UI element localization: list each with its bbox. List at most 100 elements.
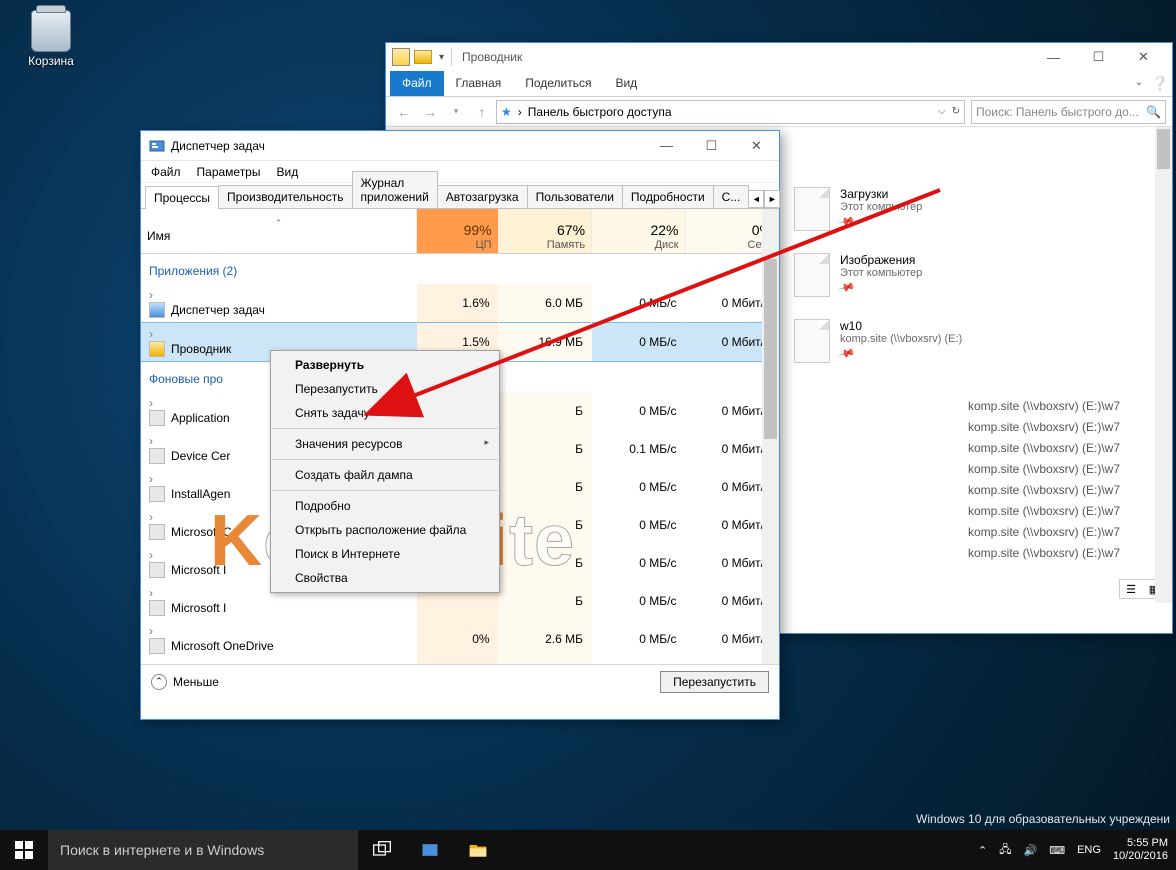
- qat-dropdown-icon[interactable]: ▾: [439, 52, 444, 63]
- recent-item[interactable]: komp.site (\\vboxsrv) (E:)\w7: [968, 483, 1120, 497]
- recent-item[interactable]: komp.site (\\vboxsrv) (E:)\w7: [968, 525, 1120, 539]
- file-icon: [794, 319, 830, 363]
- quick-access-icon[interactable]: [414, 50, 432, 64]
- explorer-navbar: ← → ▾ ↑ ★ › Панель быстрого доступа ⌵ ↻ П…: [386, 97, 1172, 127]
- col-cpu[interactable]: 99%ЦП: [417, 209, 498, 253]
- close-button[interactable]: ✕: [1121, 42, 1166, 72]
- pinned-item[interactable]: w10komp.site (\\vboxsrv) (E:)📌: [794, 319, 962, 363]
- recycle-bin[interactable]: Корзина: [16, 10, 86, 68]
- menu-item[interactable]: Перезапустить: [271, 377, 499, 401]
- pinned-item[interactable]: ЗагрузкиЭтот компьютер📌: [794, 187, 962, 231]
- explorer-search[interactable]: Поиск: Панель быстрого до... 🔍: [971, 100, 1166, 124]
- menu-item[interactable]: Развернуть: [271, 353, 499, 377]
- explorer-titlebar[interactable]: ▾ Проводник — ☐ ✕: [386, 43, 1172, 71]
- quick-access-star-icon: ★: [501, 105, 512, 119]
- menu-item[interactable]: Поиск в Интернете: [271, 542, 499, 566]
- process-row[interactable]: Диспетчер задач 1.6% 6.0 МБ 0 МБ/с 0 Мби…: [141, 284, 779, 323]
- col-name[interactable]: ⌃Имя: [141, 209, 417, 253]
- up-button[interactable]: ↑: [470, 100, 494, 124]
- network-icon[interactable]: 🖧: [999, 841, 1011, 860]
- tab-Подробности[interactable]: Подробности: [622, 185, 714, 208]
- recent-item[interactable]: komp.site (\\vboxsrv) (E:)\w7: [968, 546, 1120, 560]
- col-memory[interactable]: 67%Память: [498, 209, 591, 253]
- maximize-button[interactable]: ☐: [689, 131, 734, 161]
- explorer-scrollbar[interactable]: [1155, 127, 1172, 603]
- windows-edition-text: Windows 10 для образовательных учреждени: [916, 812, 1170, 826]
- address-dropdown-icon[interactable]: ⌵: [938, 106, 946, 117]
- pinned-item[interactable]: ИзображенияЭтот компьютер📌: [794, 253, 962, 297]
- taskbar-app-explorer[interactable]: [454, 830, 502, 870]
- address-bar[interactable]: ★ › Панель быстрого доступа ⌵ ↻: [496, 100, 965, 124]
- col-disk[interactable]: 22%Диск: [592, 209, 685, 253]
- tab-Процессы[interactable]: Процессы: [145, 186, 219, 209]
- taskbar: Поиск в интернете и в Windows ⌃ 🖧 🔊 ⌨ EN…: [0, 830, 1176, 870]
- keyboard-icon[interactable]: ⌨: [1049, 844, 1065, 857]
- file-icon: [794, 187, 830, 231]
- group-header: Приложения (2): [141, 253, 779, 284]
- process-row[interactable]: Microsoft Skype 0% 0.7 МБ 0 МБ/с 0 Мбит/…: [141, 658, 779, 665]
- start-button[interactable]: [0, 830, 48, 870]
- process-row[interactable]: Microsoft OneDrive 0% 2.6 МБ 0 МБ/с 0 Мб…: [141, 620, 779, 658]
- taskmgr-titlebar[interactable]: Диспетчер задач — ☐ ✕: [141, 131, 779, 161]
- menu-options[interactable]: Параметры: [197, 165, 261, 179]
- tab-share[interactable]: Поделиться: [513, 71, 603, 96]
- context-menu: РазвернутьПерезапуститьСнять задачу Значе…: [270, 350, 500, 593]
- task-view-button[interactable]: [358, 830, 406, 870]
- taskmgr-tabs: ПроцессыПроизводительностьЖурнал приложе…: [141, 183, 779, 208]
- process-icon: [149, 341, 165, 357]
- breadcrumb-sep: ›: [518, 105, 522, 119]
- volume-icon[interactable]: 🔊: [1024, 844, 1038, 857]
- tab-file[interactable]: Файл: [390, 71, 444, 96]
- menu-view[interactable]: Вид: [276, 165, 298, 179]
- recent-item[interactable]: komp.site (\\vboxsrv) (E:)\w7: [968, 462, 1120, 476]
- pin-icon: 📌: [838, 212, 856, 230]
- pin-icon: 📌: [838, 278, 856, 296]
- language-indicator[interactable]: ENG: [1077, 844, 1101, 856]
- tab-Пользователи[interactable]: Пользователи: [527, 185, 623, 208]
- maximize-button[interactable]: ☐: [1076, 42, 1121, 72]
- tab-Автозагрузка[interactable]: Автозагрузка: [437, 185, 528, 208]
- menu-file[interactable]: Файл: [151, 165, 181, 179]
- recent-item[interactable]: komp.site (\\vboxsrv) (E:)\w7: [968, 420, 1120, 434]
- tab-С...[interactable]: С...: [713, 185, 750, 208]
- close-button[interactable]: ✕: [734, 131, 779, 161]
- minimize-button[interactable]: —: [644, 131, 689, 161]
- refresh-icon[interactable]: ↻: [952, 106, 960, 117]
- minimize-button[interactable]: —: [1031, 42, 1076, 72]
- fewer-details-button[interactable]: ⌃ Меньше: [151, 674, 219, 690]
- taskbar-search[interactable]: Поиск в интернете и в Windows: [48, 830, 358, 870]
- menu-item[interactable]: Свойства: [271, 566, 499, 590]
- menu-item[interactable]: Подробно: [271, 494, 499, 518]
- tab-scroll-left[interactable]: ◄: [748, 190, 764, 208]
- taskmgr-scrollbar[interactable]: [762, 209, 779, 664]
- tab-view[interactable]: Вид: [603, 71, 649, 96]
- tab-Журнал приложений[interactable]: Журнал приложений: [352, 171, 438, 208]
- recycle-bin-label: Корзина: [16, 54, 86, 68]
- recent-item[interactable]: komp.site (\\vboxsrv) (E:)\w7: [968, 441, 1120, 455]
- explorer-title: Проводник: [462, 50, 522, 64]
- clock[interactable]: 5:55 PM 10/20/2016: [1113, 837, 1168, 863]
- ribbon-expand-icon[interactable]: ⌄: [1130, 71, 1148, 96]
- history-dropdown[interactable]: ▾: [444, 100, 468, 124]
- tab-main[interactable]: Главная: [444, 71, 514, 96]
- restart-button[interactable]: Перезапустить: [660, 671, 769, 693]
- recent-items: komp.site (\\vboxsrv) (E:)\w7 komp.site (…: [968, 399, 1120, 567]
- menu-item[interactable]: Создать файл дампа: [271, 463, 499, 487]
- back-button[interactable]: ←: [392, 100, 416, 124]
- tray-chevron-icon[interactable]: ⌃: [978, 844, 987, 857]
- taskbar-app-taskmgr[interactable]: [406, 830, 454, 870]
- process-icon: [149, 600, 165, 616]
- recent-item[interactable]: komp.site (\\vboxsrv) (E:)\w7: [968, 504, 1120, 518]
- menu-item[interactable]: Значения ресурсов: [271, 432, 499, 456]
- recent-item[interactable]: komp.site (\\vboxsrv) (E:)\w7: [968, 399, 1120, 413]
- forward-button[interactable]: →: [418, 100, 442, 124]
- breadcrumb-location[interactable]: Панель быстрого доступа: [528, 105, 672, 119]
- tab-scroll-right[interactable]: ►: [764, 190, 780, 208]
- tab-Производительность[interactable]: Производительность: [218, 185, 352, 208]
- menu-item[interactable]: Снять задачу: [271, 401, 499, 425]
- taskmgr-menubar: Файл Параметры Вид: [141, 161, 779, 183]
- view-details-button[interactable]: ☰: [1120, 580, 1142, 598]
- taskmgr-footer: ⌃ Меньше Перезапустить: [141, 664, 779, 698]
- menu-item[interactable]: Открыть расположение файла: [271, 518, 499, 542]
- help-icon[interactable]: ❔: [1148, 71, 1172, 96]
